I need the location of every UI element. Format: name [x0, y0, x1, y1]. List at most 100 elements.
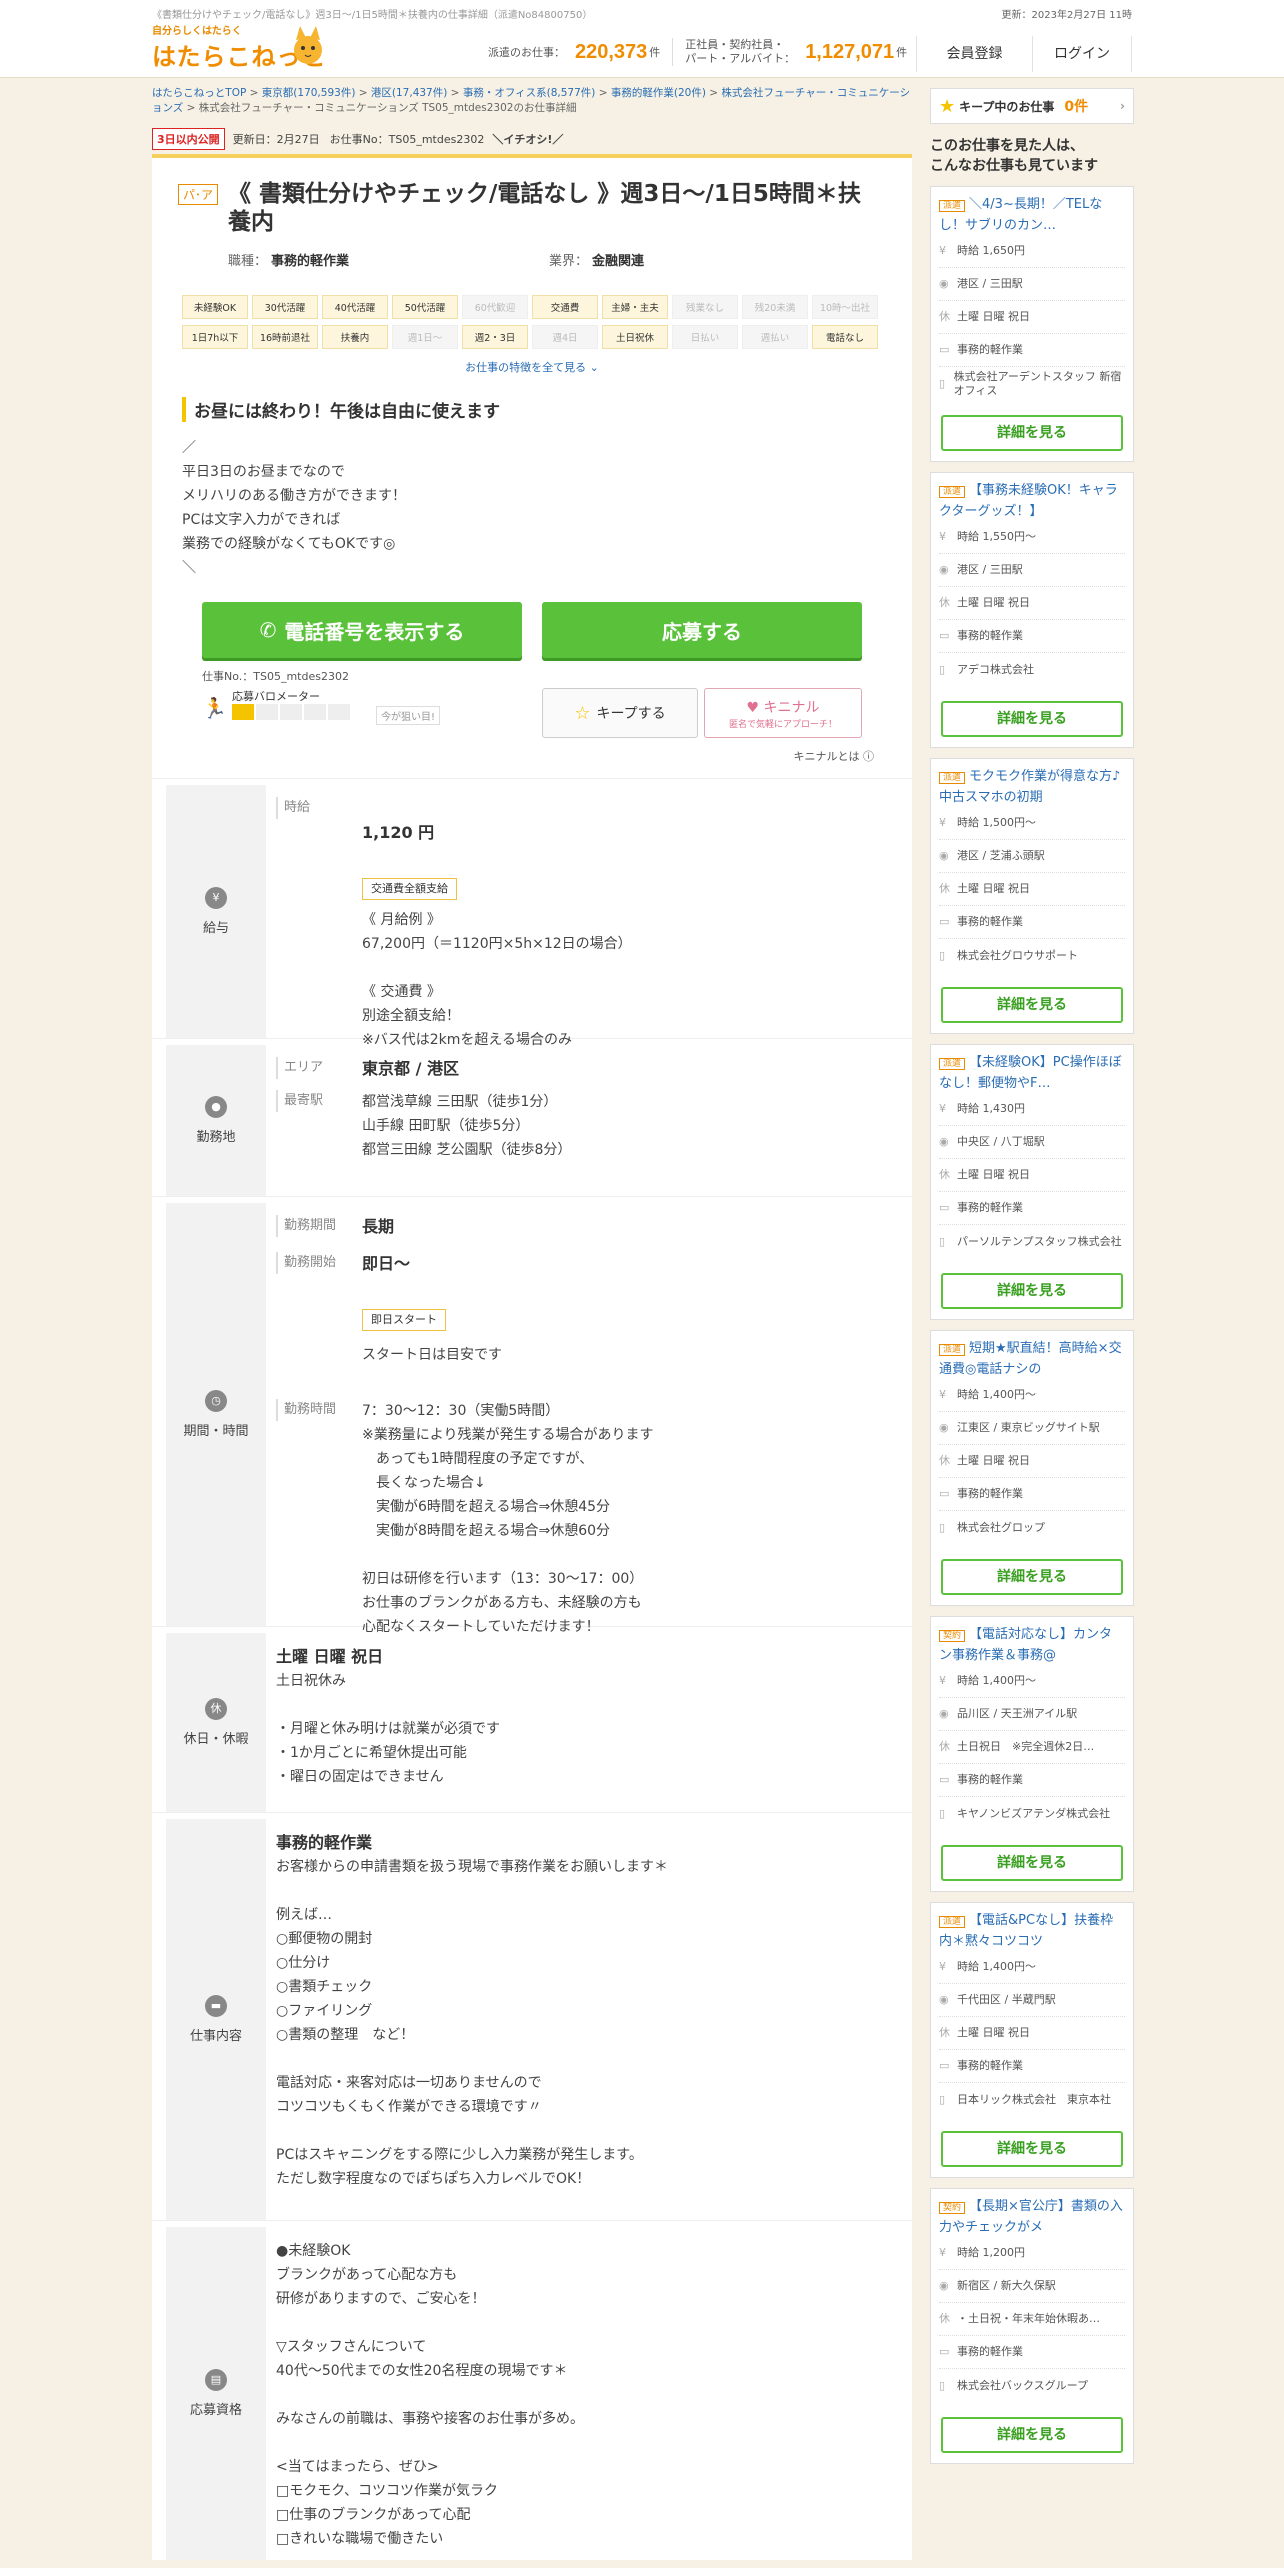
phone-icon: ✆ [259, 618, 277, 642]
secondary-actions: 🏃 応募バロメーター 今が狙い目! ☆ キープする ♥ キニナル 匿名で気軽にア… [202, 688, 898, 738]
feature-tag: 残業なし [672, 295, 738, 319]
station-label: 最寄駅 [276, 1090, 358, 1112]
employment-type-badge: パ･ア [178, 184, 219, 205]
feature-tag: 週払い [742, 325, 808, 349]
related-job-card[interactable]: 契約 【長期×官公庁】書類の入力やチェックがメ ¥ 時給 1,200円 ◉ 新宿区 / 新… [930, 2188, 1134, 2464]
kept-jobs-bar[interactable]: ★ キープ中のお仕事 0件 › [930, 88, 1134, 124]
related-job-area: ◉ 千代田区 / 半蔵門駅 [939, 1984, 1125, 2017]
location-section: ● 勤務地 エリア 東京都 / 港区 最寄駅 都営浅草線 三田駅（徒歩1分） 山… [152, 1038, 912, 1196]
building-icon: ▯ [939, 662, 946, 676]
feature-tag: 40代活躍 [322, 295, 388, 319]
register-button[interactable]: 会員登録 [916, 36, 1032, 72]
breadcrumb-link[interactable]: 事務・オフィス系(8,577件) [463, 87, 596, 99]
update-stamp: 更新：2023年2月27日 11時 [1001, 10, 1132, 21]
related-heading: このお仕事を見た人は、 こんなお仕事も見ています [930, 138, 1098, 174]
briefcase-icon: ▭ [939, 915, 950, 928]
detail-button[interactable]: 詳細を見る [941, 1273, 1123, 1309]
login-button[interactable]: ログイン [1032, 36, 1132, 72]
barometer-segment [232, 704, 254, 720]
detail-button[interactable]: 詳細を見る [941, 2131, 1123, 2167]
related-job-card[interactable]: 派遣 短期★駅直結！高時給×交通費◎電話ナシの ¥ 時給 1,400円～ ◉ 江東区 / … [930, 1330, 1134, 1606]
related-job-area: ◉ 新宿区 / 新大久保駅 [939, 2270, 1125, 2303]
related-job-title[interactable]: 派遣 モクモク作業が得意な方♪中古スマホの初期 [939, 767, 1125, 807]
page-caption: 《書類仕分けやチェック/電話なし》週3日～/1日5時間＊扶養内の仕事詳細（派遣N… [152, 10, 593, 21]
building-icon: ▯ [939, 948, 946, 962]
related-job-holiday: 休土曜 日曜 祝日 [939, 301, 1125, 334]
yen-icon: ¥ [939, 530, 946, 543]
kininaru-about-link[interactable]: キニナルとは ⓘ [166, 748, 875, 764]
holiday-head: 休 休日・休暇 [166, 1633, 266, 1812]
related-job-card[interactable]: 派遣 【電話&PCなし】扶養枠内＊黙々コツコツ ¥ 時給 1,400円～ ◉ 千代田区 /… [930, 1902, 1134, 2178]
breadcrumb-link[interactable]: 東京都(170,593件) [262, 87, 356, 99]
more-features-link[interactable]: お仕事の特徴を全て見る ⌄ [166, 359, 898, 375]
holiday-icon: 休 [205, 1698, 227, 1720]
salary-head: ¥ 給与 [166, 785, 266, 1038]
building-icon: ▯ [939, 1806, 946, 1820]
related-job-badge: 派遣 [939, 200, 966, 212]
related-job-badge: 派遣 [939, 1916, 966, 1928]
holiday-section: 休 休日・休暇 土曜 日曜 祝日 土日祝休み ・月曜と休み明けは就業が必須です … [152, 1626, 912, 1812]
related-job-card[interactable]: 派遣 ＼4/3~長期！／TELなし！サブリのカン… ¥ 時給 1,650円 ◉ 港区 / … [930, 186, 1134, 462]
kininaru-button[interactable]: ♥ キニナル 匿名で気軽にアプローチ！ [704, 688, 862, 738]
related-job-title[interactable]: 派遣 ＼4/3~長期！／TELなし！サブリのカン… [939, 195, 1125, 235]
related-job-card[interactable]: 派遣 モクモク作業が得意な方♪中古スマホの初期 ¥ 時給 1,500円～ ◉ 港区 / 芝… [930, 758, 1134, 1034]
industry-key: 業界： [549, 254, 589, 269]
feature-tag: 60代歓迎 [462, 295, 528, 319]
breadcrumb-link[interactable]: 事務的軽作業(20件) [611, 87, 706, 99]
show-phone-button[interactable]: ✆ 電話番号を表示する [202, 602, 522, 658]
detail-button[interactable]: 詳細を見る [941, 1845, 1123, 1881]
related-job-title[interactable]: 派遣 【電話&PCなし】扶養枠内＊黙々コツコツ [939, 1911, 1125, 1951]
related-job-area: ◉ 港区 / 三田駅 [939, 554, 1125, 587]
related-job-badge: 派遣 [939, 1058, 966, 1070]
keep-button[interactable]: ☆ キープする [542, 688, 698, 738]
yen-icon: ¥ [939, 816, 946, 829]
briefcase-icon: ▭ [939, 343, 950, 356]
sidebar: ★ キープ中のお仕事 0件 › このお仕事を見た人は、 こんなお仕事も見ています… [930, 88, 1134, 2464]
related-job-card[interactable]: 派遣 【事務未経験OK！キャラクターグッズ！】 ¥ 時給 1,550円～ ◉ 港区 / 三… [930, 472, 1134, 748]
job-card: パ･ア 《 書類仕分けやチェック/電話なし 》週3日～/1日5時間＊扶養内 職種… [152, 154, 912, 2560]
briefcase-icon: ▭ [939, 2059, 950, 2072]
job-meta: 職種： 事務的軽作業 業界： 金融関連 [228, 250, 898, 269]
breadcrumb-link[interactable]: はたらこねっとTOP [152, 87, 246, 99]
related-job-title[interactable]: 契約 【長期×官公庁】書類の入力やチェックがメ [939, 2197, 1125, 2237]
related-job-title[interactable]: 契約 【電話対応なし】カンタン事務作業＆事務@ [939, 1625, 1125, 1665]
yen-icon: ¥ [939, 1388, 946, 1401]
related-job-wage: ¥ 時給 1,650円 [939, 235, 1125, 268]
related-job-area: ◉ 品川区 / 天王洲アイル駅 [939, 1698, 1125, 1731]
briefcase-icon: ▭ [939, 1201, 950, 1214]
briefcase-icon: ▭ [939, 1487, 950, 1500]
related-job-card[interactable]: 派遣 【未経験OK】PC操作ほぼなし！郵便物やF… ¥ 時給 1,430円 ◉ 中央区 /… [930, 1044, 1134, 1320]
feature-tag: 50代活躍 [392, 295, 458, 319]
detail-button[interactable]: 詳細を見る [941, 2417, 1123, 2453]
new-badge: 3日以内公開 [152, 128, 225, 150]
apply-button[interactable]: 応募する [542, 602, 862, 658]
detail-button[interactable]: 詳細を見る [941, 987, 1123, 1023]
related-job-company: ▯ 株式会社バックスグループ [939, 2378, 1089, 2392]
holiday-title: 土曜 日曜 祝日 [276, 1647, 384, 1666]
building-icon: ▯ [939, 2378, 946, 2392]
detail-button[interactable]: 詳細を見る [941, 1559, 1123, 1595]
detail-button[interactable]: 詳細を見る [941, 415, 1123, 451]
salary-body: 時給 1,120 円 交通費全額支給 《 月給例 》 67,200円（＝1120… [266, 779, 912, 1048]
related-job-type: ▭ 事務的軽作業 [939, 1764, 1125, 1797]
related-job-card[interactable]: 契約 【電話対応なし】カンタン事務作業＆事務@ ¥ 時給 1,400円～ ◉ 品川区 / … [930, 1616, 1134, 1892]
map-pin-icon: ◉ [939, 1993, 949, 2006]
related-job-title[interactable]: 派遣 【未経験OK】PC操作ほぼなし！郵便物やF… [939, 1053, 1125, 1093]
feature-tag: 電話なし [812, 325, 878, 349]
related-job-title[interactable]: 派遣 【事務未経験OK！キャラクターグッズ！】 [939, 481, 1125, 521]
kept-count: 0件 [1064, 99, 1089, 115]
feature-tag: 週2・3日 [462, 325, 528, 349]
cat-mascot-icon [294, 26, 322, 64]
occupation-key: 職種： [228, 254, 268, 269]
barometer-hint: 今が狙い目! [376, 706, 441, 725]
related-job-badge: 派遣 [939, 486, 966, 498]
related-job-company: ▯ 株式会社グロップ [939, 1520, 1045, 1534]
related-job-title[interactable]: 派遣 短期★駅直結！高時給×交通費◎電話ナシの [939, 1339, 1125, 1379]
job-title: 《 書類仕分けやチェック/電話なし 》週3日～/1日5時間＊扶養内 [228, 181, 861, 235]
detail-button[interactable]: 詳細を見る [941, 701, 1123, 737]
holiday-detail: 土日祝休み ・月曜と休み明けは就業が必須です ・1か月ごとに希望休提出可能 ・曜… [276, 1673, 500, 1785]
job-status-row: 3日以内公開 更新日：2月27日 お仕事No：TS05_mtdes2302 ＼イ… [152, 128, 912, 150]
question-icon: ⓘ [863, 750, 874, 763]
fulltime-count-label: 正社員・契約社員・ パート・アルバイト： [685, 38, 796, 65]
breadcrumb-link[interactable]: 港区(17,437件) [371, 87, 447, 99]
